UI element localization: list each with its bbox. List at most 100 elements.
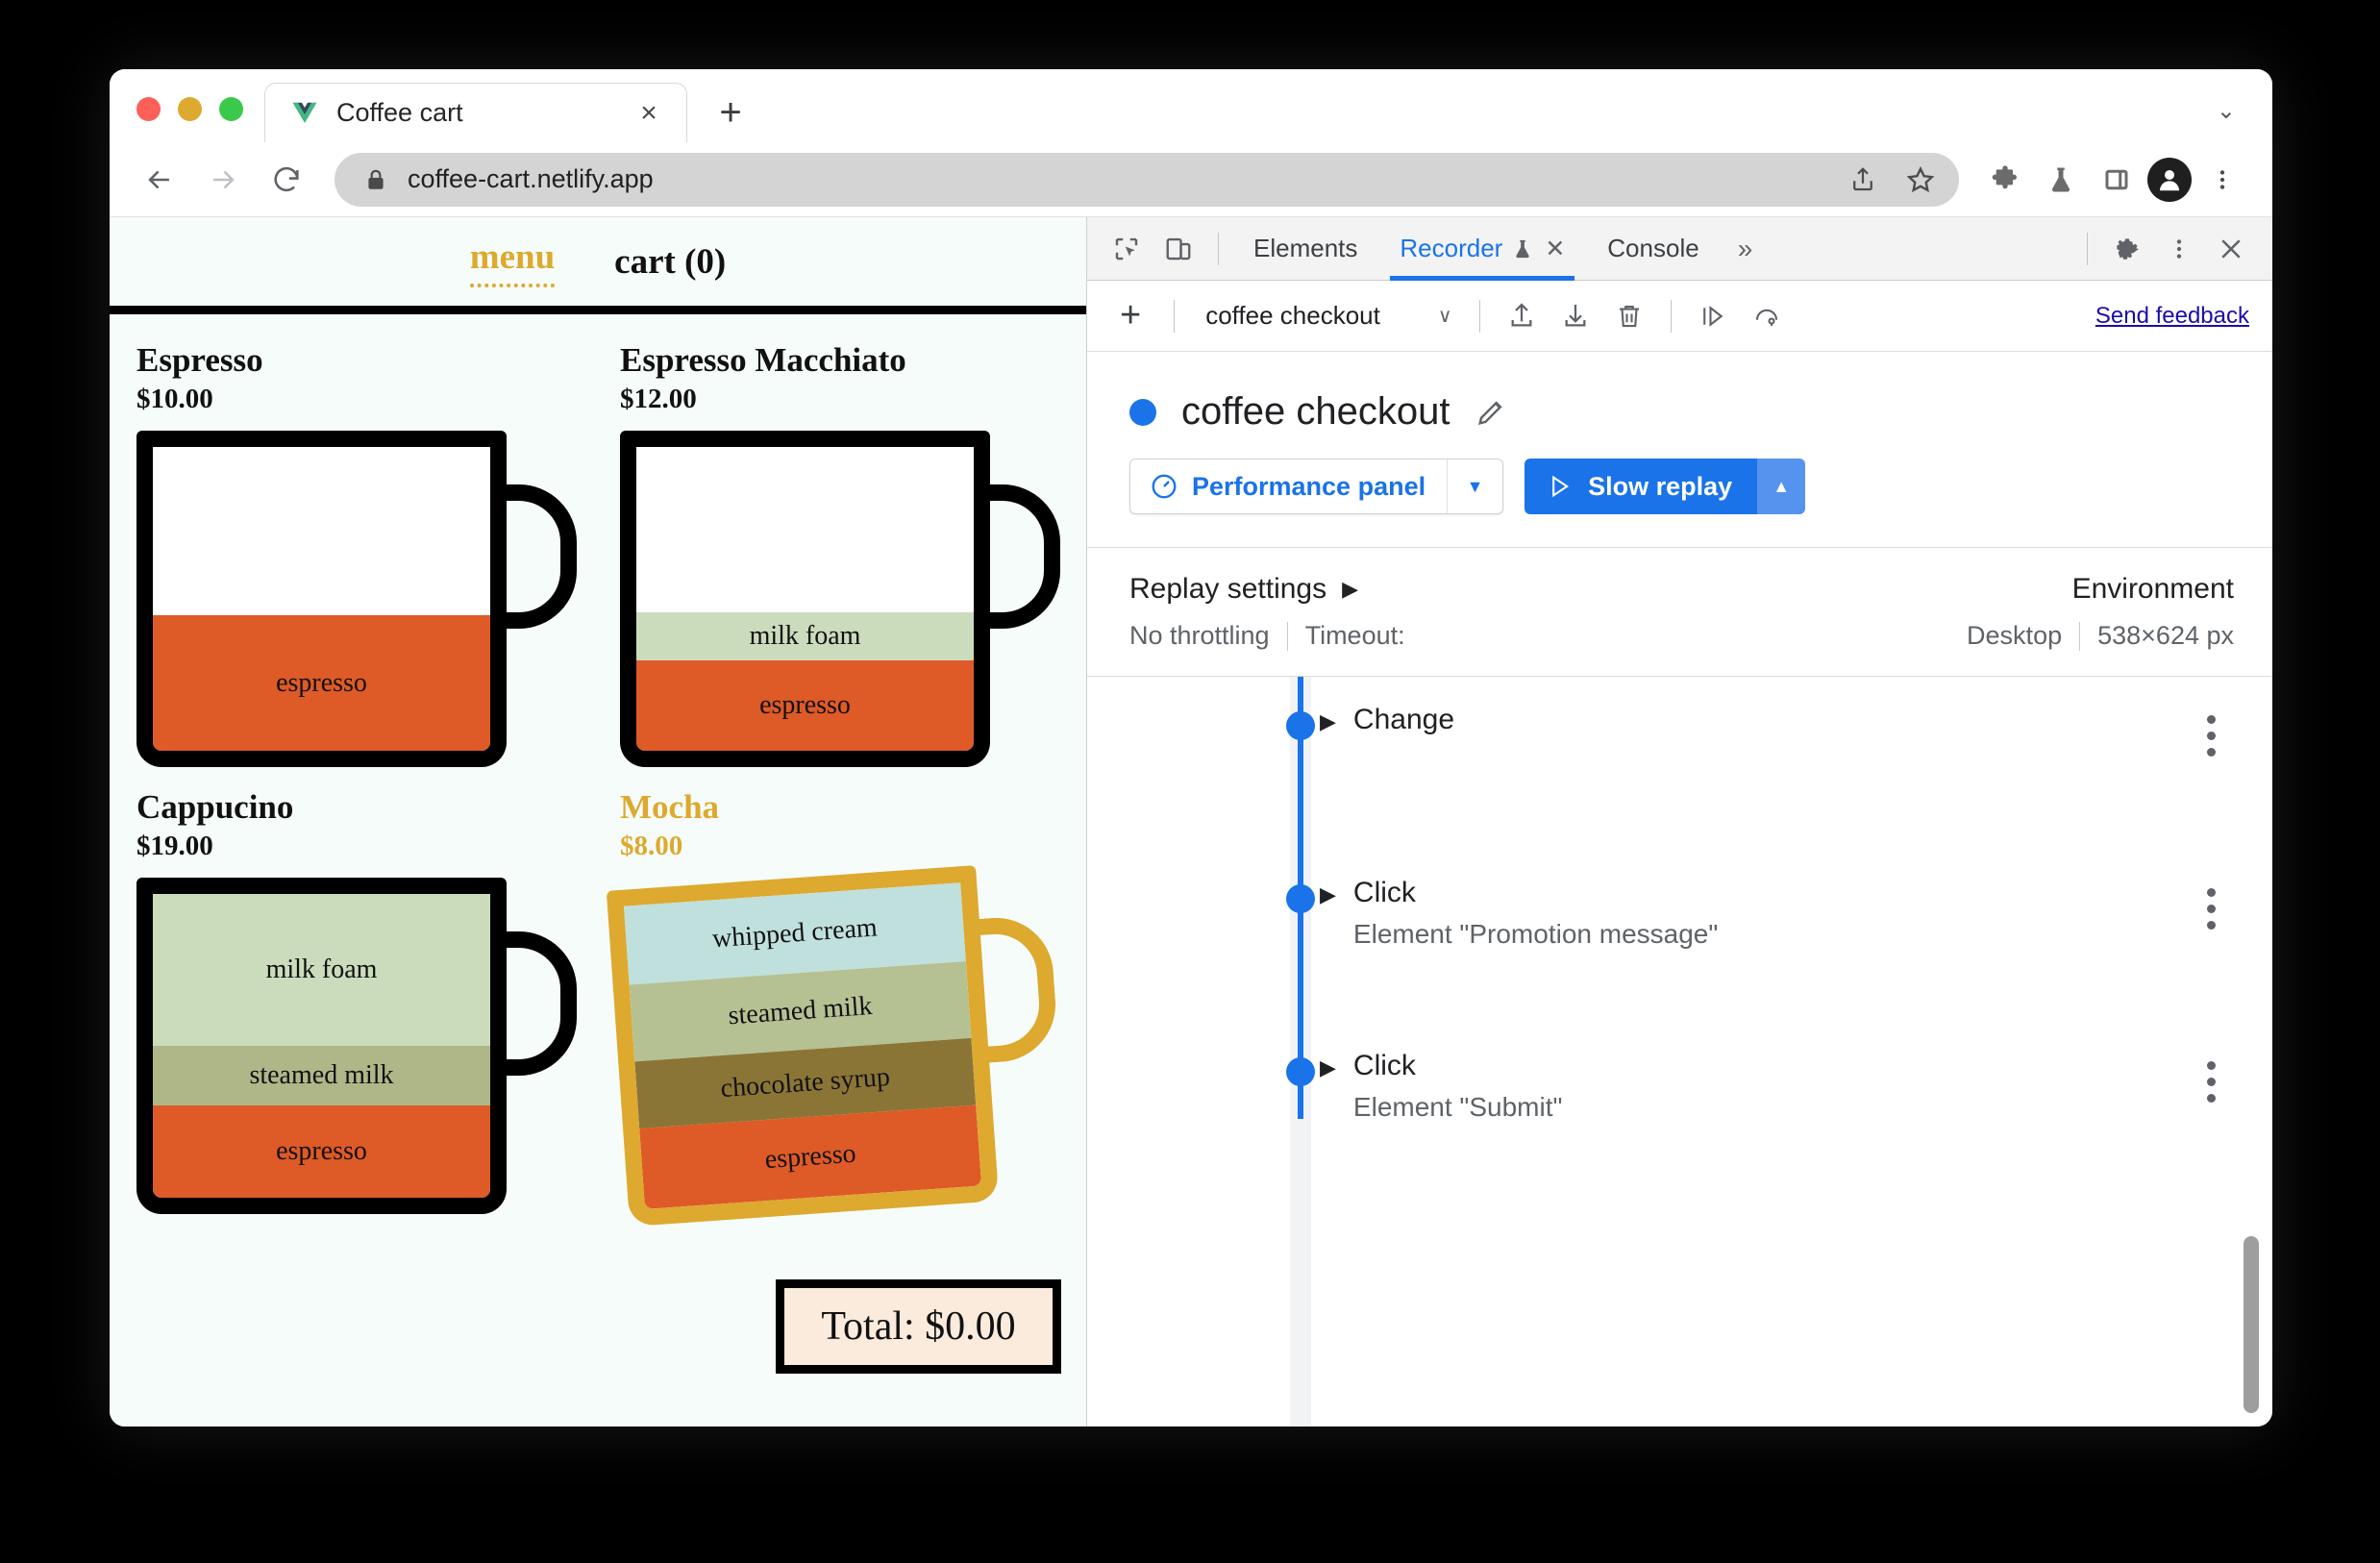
pencil-icon[interactable] — [1475, 396, 1507, 429]
inspect-element-icon[interactable] — [1103, 225, 1151, 273]
forward-button[interactable] — [196, 153, 250, 207]
step-menu-kebab-icon[interactable] — [2182, 1050, 2240, 1103]
lock-icon — [368, 169, 384, 189]
bookmark-star-icon[interactable] — [1896, 155, 1946, 205]
coffee-grid: Espresso $10.00 espresso Espresso Macchiato… — [110, 314, 1086, 1228]
step-row[interactable]: ▶ Click Element "Submit" — [1087, 1050, 2272, 1146]
step-menu-kebab-icon[interactable] — [2182, 877, 2240, 930]
replay-arc-icon[interactable] — [1743, 292, 1791, 340]
window-controls — [110, 97, 264, 142]
side-panel-icon[interactable] — [2092, 155, 2142, 205]
play-triangle-icon — [1552, 475, 1570, 498]
coffee-cup[interactable]: milk foam steamed milk espresso — [136, 878, 577, 1214]
chrome-menu-kebab[interactable] — [2197, 155, 2247, 205]
close-window-button[interactable] — [136, 97, 161, 121]
more-tabs-icon[interactable]: » — [1723, 234, 1769, 264]
tab-strip: Coffee cart × + ⌄ — [110, 69, 2272, 142]
replay-settings-header-row: Replay settings ▶ Environment — [1129, 573, 2234, 606]
coffee-item[interactable]: Espresso Macchiato $12.00 milk foam espress… — [620, 341, 1086, 767]
steps-scrollbar[interactable] — [2244, 1236, 2259, 1413]
coffee-cup[interactable]: espresso — [136, 431, 577, 767]
extensions-puzzle-icon[interactable] — [1980, 155, 2030, 205]
step-title: Change — [1352, 704, 1455, 735]
export-icon[interactable] — [1498, 292, 1546, 340]
step-timeline-dot — [1286, 1057, 1315, 1086]
new-tab-button[interactable]: + — [701, 83, 760, 142]
step-title: Click — [1352, 1050, 1416, 1081]
page-divider — [110, 306, 1086, 314]
experiments-flask-icon[interactable] — [2036, 155, 2086, 205]
minimize-window-button[interactable] — [178, 97, 202, 121]
close-devtools-icon[interactable] — [2207, 225, 2255, 273]
reload-icon — [274, 166, 299, 191]
cup-graphic: whipped cream steamed milk chocolate syrup… — [606, 865, 1060, 1228]
step-expand-arrow-icon[interactable]: ▶ — [1320, 882, 1336, 907]
replay-button[interactable]: Slow replay ▲ — [1525, 459, 1806, 514]
step-title: Click — [1352, 877, 1416, 908]
throttling-value: No throttling — [1129, 621, 1270, 650]
cup-layer: milk foam — [636, 612, 974, 660]
step-text-column: Click Element "Submit" — [1353, 1050, 2182, 1123]
recorder-toolbar-divider-2 — [1478, 299, 1480, 333]
cup-graphic: milk foam espresso — [620, 431, 1060, 767]
tab-console[interactable]: Console — [1588, 217, 1718, 281]
performance-panel-main[interactable]: Performance panel — [1130, 459, 1447, 513]
replay-controls: Performance panel ▼ Slow replay ▲ — [1087, 434, 2272, 514]
devtools-kebab-icon[interactable] — [2155, 225, 2203, 273]
performance-panel-dropdown[interactable]: ▼ — [1447, 459, 1502, 513]
person-icon — [2160, 169, 2179, 190]
replay-settings-toggle[interactable]: Replay settings ▶ — [1129, 573, 1358, 606]
back-button[interactable] — [133, 153, 186, 207]
forward-arrow-icon — [213, 170, 235, 188]
close-recorder-tab-icon[interactable]: ✕ — [1545, 235, 1565, 263]
import-icon[interactable] — [1551, 292, 1599, 340]
reload-button[interactable] — [260, 153, 313, 207]
maximize-window-button[interactable] — [219, 97, 243, 121]
replay-speed-dropdown-button[interactable]: ▲ — [1757, 459, 1806, 514]
step-timeline-dot — [1286, 711, 1315, 740]
coffee-cup[interactable]: whipped cream steamed milk chocolate syrup… — [606, 865, 1060, 1228]
cup-layer: espresso — [636, 660, 974, 751]
replay-button-main[interactable]: Slow replay — [1525, 459, 1758, 514]
tab-console-label: Console — [1607, 234, 1699, 262]
coffee-item-name: Espresso Macchiato — [620, 341, 906, 379]
tab-list-chevron-icon[interactable]: ⌄ — [2217, 97, 2272, 142]
performance-panel-button[interactable]: Performance panel ▼ — [1129, 459, 1504, 514]
profile-avatar[interactable] — [2147, 157, 2192, 202]
tab-elements[interactable]: Elements — [1234, 217, 1376, 281]
coffee-item[interactable]: Espresso $10.00 espresso — [136, 341, 603, 767]
tab-elements-label: Elements — [1253, 234, 1358, 262]
address-bar[interactable]: coffee-cart.netlify.app — [335, 152, 1959, 207]
steps-container: ▶ Change ▶ Click Element "Promotion message"… — [1087, 704, 2272, 1146]
devtools-panel: Elements Recorder ✕ Console » + coffee c… — [1087, 217, 2272, 1427]
share-icon[interactable] — [1838, 155, 1888, 205]
step-expand-arrow-icon[interactable]: ▶ — [1320, 1055, 1336, 1080]
step-timeline-dot — [1286, 884, 1315, 913]
toolbar-divider-right — [2087, 232, 2088, 265]
device-toolbar-icon[interactable] — [1154, 225, 1202, 273]
delete-icon[interactable] — [1605, 292, 1653, 340]
coffee-item[interactable]: Cappucino $19.00 milk foam steamed milk espr… — [136, 788, 603, 1214]
kebab-dot — [2206, 1094, 2216, 1103]
environment-group: Desktop 538×624 px — [1967, 621, 2234, 651]
coffee-item[interactable]: Mocha $8.00 whipped cream steamed milk choco… — [606, 788, 1086, 1228]
close-tab-button[interactable]: × — [632, 97, 665, 130]
step-row[interactable]: ▶ Click Element "Promotion message" — [1087, 877, 2272, 973]
nav-link-cart[interactable]: cart (0) — [614, 241, 726, 283]
kebab-dot — [2206, 888, 2216, 897]
coffee-cup[interactable]: milk foam espresso — [620, 431, 1060, 767]
coffee-item-price: $10.00 — [136, 384, 213, 414]
send-feedback-link[interactable]: Send feedback — [2095, 303, 2249, 330]
tab-recorder[interactable]: Recorder ✕ — [1380, 217, 1584, 281]
nav-link-menu[interactable]: menu — [469, 236, 556, 287]
recording-selector[interactable]: coffee checkout ∨ — [1192, 301, 1461, 331]
browser-tab[interactable]: Coffee cart × — [264, 83, 687, 142]
step-row[interactable]: ▶ Change — [1087, 704, 2272, 800]
step-over-icon[interactable] — [1689, 292, 1737, 340]
settings-gear-icon[interactable] — [2103, 225, 2151, 273]
add-recording-button[interactable]: + — [1104, 295, 1156, 336]
speedometer-icon — [1152, 474, 1177, 499]
step-expand-arrow-icon[interactable]: ▶ — [1320, 709, 1336, 734]
step-menu-kebab-icon[interactable] — [2182, 704, 2240, 757]
page-nav: menu cart (0) — [110, 217, 1086, 306]
